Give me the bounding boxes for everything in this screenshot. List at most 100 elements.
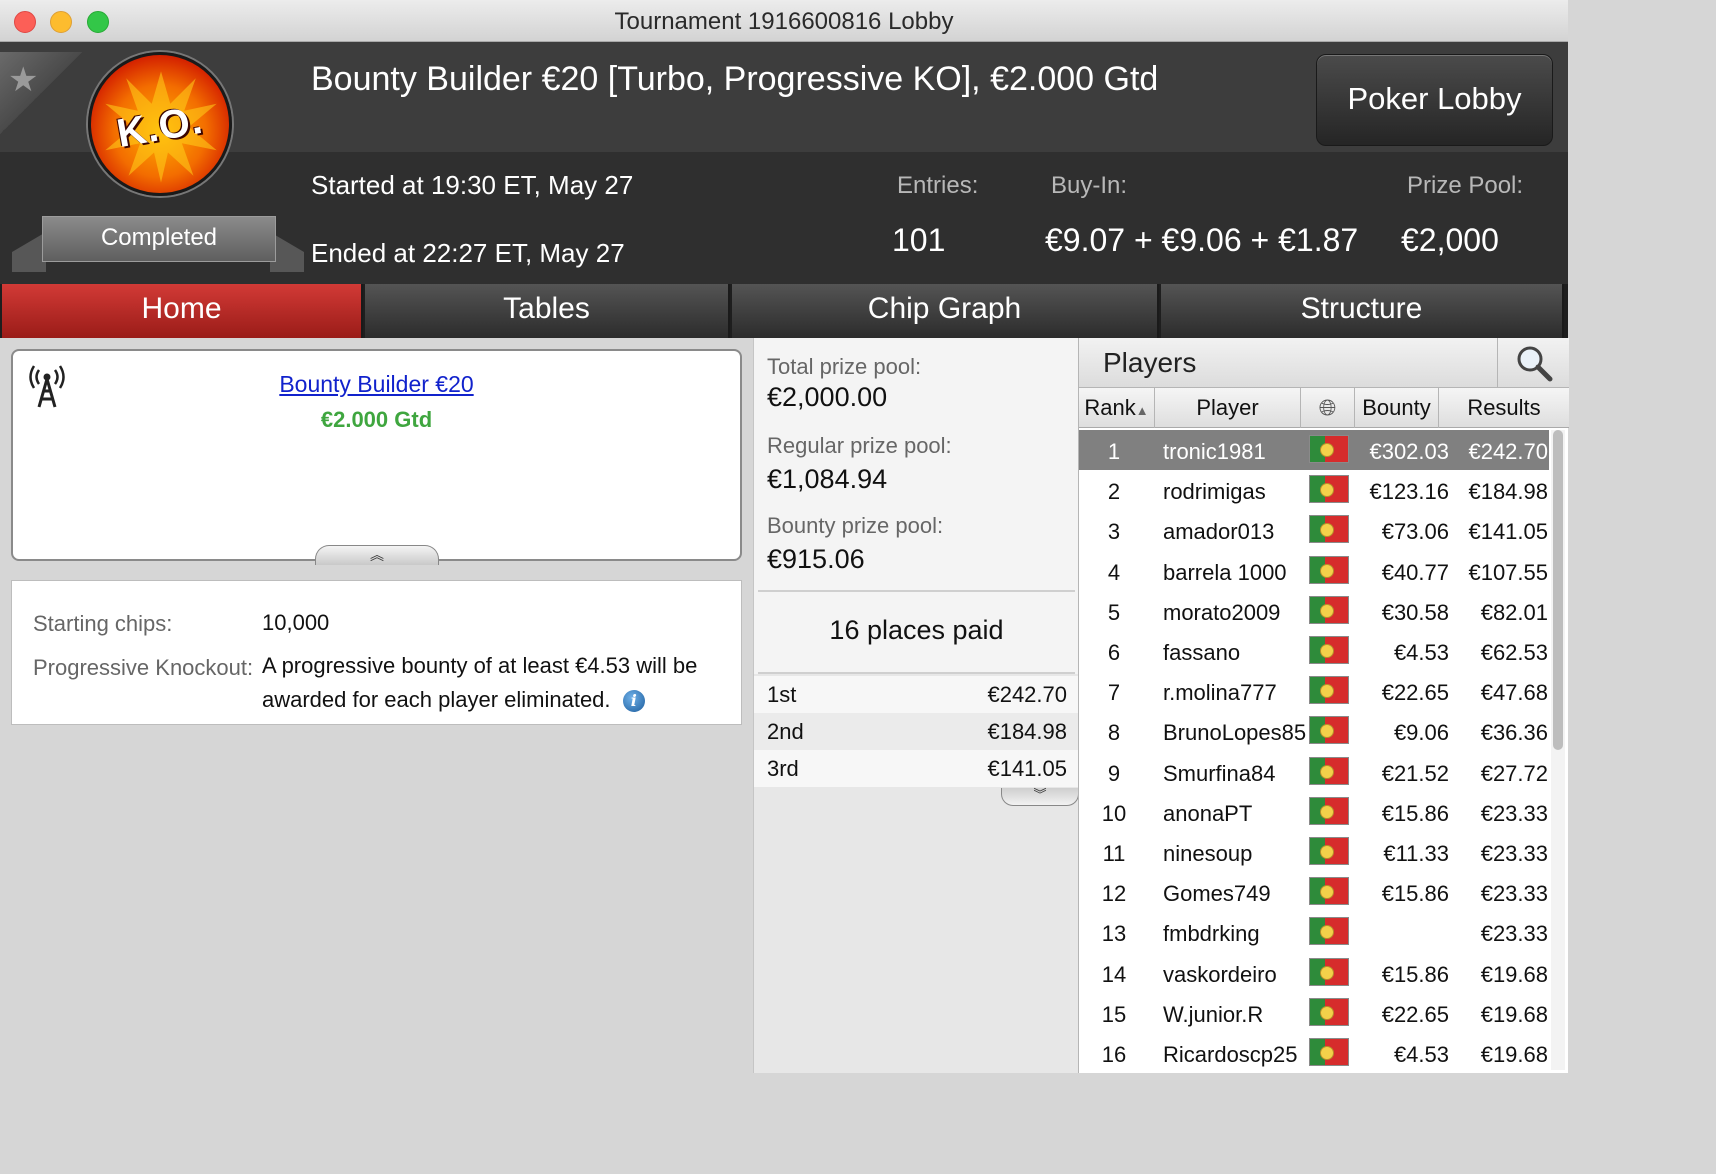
window-title: Tournament 1916600816 Lobby [614, 8, 954, 35]
player-row[interactable]: 6 fassano €4.53 €62.53 [1079, 631, 1549, 671]
player-result: €107.55 [1468, 559, 1548, 585]
portugal-flag-icon [1309, 716, 1349, 745]
double-chevron-up-icon: ︽ [370, 547, 384, 563]
player-search-button[interactable] [1497, 338, 1569, 388]
search-icon [1517, 346, 1553, 382]
player-bounty: €30.58 [1381, 599, 1449, 625]
player-row[interactable]: 2 rodrimigas €123.16 €184.98 [1079, 470, 1549, 510]
player-name: tronic1981 [1163, 439, 1266, 464]
info-icon[interactable]: i [622, 690, 645, 713]
player-row[interactable]: 7 r.molina777 €22.65 €47.68 [1079, 671, 1549, 711]
player-row[interactable]: 9 Smurfina84 €21.52 €27.72 [1079, 752, 1549, 792]
player-bounty: €302.03 [1369, 439, 1449, 464]
payout-row: 2nd €184.98 [754, 713, 1079, 750]
portugal-flag-icon [1309, 515, 1349, 544]
bounty-prize-value: €915.06 [767, 544, 865, 574]
player-rank: 14 [1101, 961, 1127, 987]
player-row[interactable]: 10 anonaPT €15.86 €23.33 [1079, 792, 1549, 832]
player-rank: 4 [1107, 559, 1121, 585]
column-player[interactable]: Player [1155, 388, 1301, 428]
player-row[interactable]: 5 morato2009 €30.58 €82.01 [1079, 591, 1549, 631]
player-name: Gomes749 [1163, 881, 1271, 907]
column-rank[interactable]: Rank▲ [1079, 388, 1155, 428]
player-result: €19.68 [1480, 1001, 1548, 1027]
guarantee-text: €2.000 Gtd [320, 407, 433, 432]
status-ribbon: Completed [12, 214, 304, 272]
divider [758, 672, 1075, 674]
player-rank: 7 [1107, 680, 1121, 706]
players-header: Players [1079, 338, 1569, 388]
regular-prize-label: Regular prize pool: [767, 433, 952, 458]
player-row[interactable]: 13 fmbdrking €23.33 [1079, 912, 1549, 952]
portugal-flag-icon [1309, 1038, 1349, 1066]
payout-amount: €184.98 [987, 719, 1067, 744]
portugal-flag-icon [1309, 796, 1349, 825]
player-row[interactable]: 14 vaskordeiro €15.86 €19.68 [1079, 953, 1549, 993]
portugal-flag-icon [1309, 997, 1349, 1026]
payout-amount: €141.05 [987, 756, 1067, 781]
tournament-info-card: Bounty Builder €20 €2.000 Gtd ︽ [11, 349, 742, 565]
column-country[interactable]: 🌐︎ [1301, 388, 1355, 428]
player-name: amador013 [1163, 519, 1275, 545]
player-result: €19.68 [1480, 961, 1548, 987]
player-rank: 15 [1101, 1001, 1127, 1027]
player-rank: 3 [1107, 519, 1121, 545]
player-row[interactable]: 15 W.junior.R €22.65 €19.68 [1079, 993, 1549, 1033]
player-row[interactable]: 1 tronic1981 €302.03 €242.70 [1079, 430, 1549, 470]
player-rank: 1 [1107, 439, 1121, 464]
portugal-flag-icon [1309, 957, 1349, 986]
expand-payouts-button[interactable]: ︾ [1001, 788, 1079, 806]
tab-home[interactable]: Home [2, 284, 363, 338]
players-column-header: Rank▲ Player 🌐︎ Bounty Results [1079, 388, 1569, 428]
poker-lobby-button[interactable]: Poker Lobby [1316, 54, 1553, 146]
player-rank: 12 [1101, 881, 1127, 907]
portugal-flag-icon [1309, 475, 1349, 504]
player-row[interactable]: 11 ninesoup €11.33 €23.33 [1079, 832, 1549, 872]
portugal-flag-icon [1309, 756, 1349, 785]
player-bounty: €73.06 [1381, 519, 1449, 545]
player-result: €19.68 [1480, 1042, 1548, 1067]
player-name: rodrimigas [1163, 479, 1266, 505]
favorite-toggle[interactable]: ★ [0, 52, 82, 134]
bounty-prize-label: Bounty prize pool: [767, 513, 944, 538]
player-bounty: €4.53 [1393, 640, 1449, 665]
tab-chip-graph[interactable]: Chip Graph [732, 284, 1159, 338]
payout-place: 1st [767, 682, 797, 707]
player-bounty: €40.77 [1381, 559, 1449, 585]
tournament-title: Bounty Builder €20 [Turbo, Progressive K… [311, 60, 1159, 98]
player-result: €23.33 [1480, 881, 1548, 907]
player-result: €27.72 [1480, 760, 1548, 786]
progressive-ko-description: A progressive bounty of at least €4.53 w… [262, 649, 697, 717]
player-name: BrunoLopes85 [1163, 720, 1307, 746]
player-rank: 2 [1107, 479, 1121, 505]
player-result: €23.33 [1480, 841, 1548, 866]
ko-logo: K.O. [88, 52, 232, 196]
player-name: W.junior.R [1163, 1001, 1264, 1027]
tournament-header: ★ K.O. Completed Bounty Builder €20 [Tur… [0, 42, 1568, 284]
portugal-flag-icon [1309, 595, 1349, 624]
total-prize-label: Total prize pool: [767, 354, 922, 379]
prize-panel: Total prize pool: €2,000.00 Regular priz… [753, 338, 1079, 1073]
portugal-flag-icon [1309, 555, 1349, 584]
tab-tables[interactable]: Tables [365, 284, 730, 338]
player-row[interactable]: 3 amador013 €73.06 €141.05 [1079, 510, 1549, 550]
column-results[interactable]: Results [1439, 388, 1569, 428]
players-scrollbar[interactable] [1551, 430, 1565, 1070]
buyin-label: Buy-In: [1051, 172, 1128, 199]
player-rank: 5 [1107, 599, 1121, 625]
collapse-button[interactable]: ︽ [315, 545, 439, 565]
column-rank-label: Rank [1084, 395, 1136, 420]
column-bounty[interactable]: Bounty [1355, 388, 1439, 428]
player-row[interactable]: 8 BrunoLopes85 €9.06 €36.36 [1079, 711, 1549, 751]
player-bounty: €4.53 [1393, 1042, 1449, 1067]
portugal-flag-icon [1309, 676, 1349, 705]
star-icon: ★ [8, 61, 39, 99]
player-row[interactable]: 16 Ricardoscp25 €4.53 €19.68 [1079, 1033, 1549, 1073]
player-row[interactable]: 4 barrela 1000 €40.77 €107.55 [1079, 551, 1549, 591]
player-row[interactable]: 12 Gomes749 €15.86 €23.33 [1079, 872, 1549, 912]
scrollbar-thumb[interactable] [1553, 430, 1563, 750]
progressive-ko-line-2-text: awarded for each player eliminated. [262, 687, 611, 712]
tournament-link[interactable]: Bounty Builder €20 [13, 371, 740, 398]
tab-structure[interactable]: Structure [1161, 284, 1564, 338]
payout-place: 3rd [767, 756, 799, 781]
